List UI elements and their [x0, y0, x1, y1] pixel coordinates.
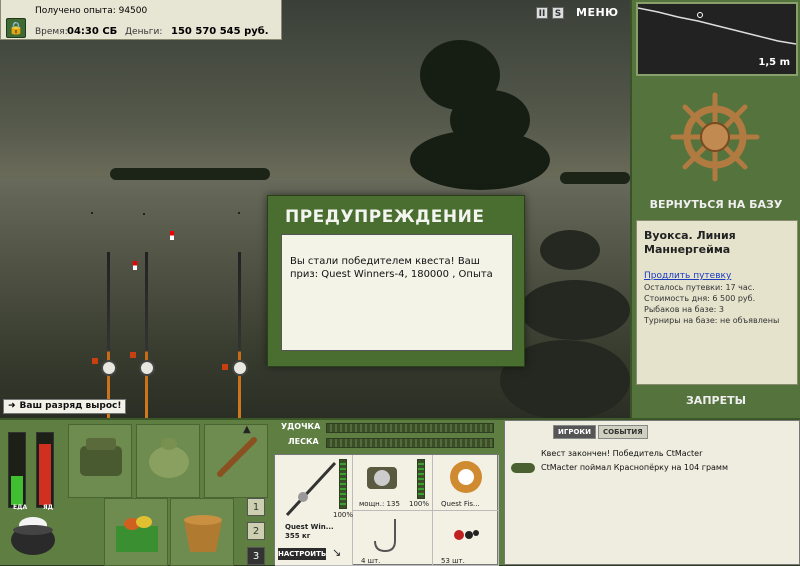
fishers-count-text: Рыбаков на базе: 3 — [644, 305, 724, 314]
poison-meter-fill — [39, 443, 51, 505]
event-item: CtMacter поймал Краснопёрку на 104 грамм — [541, 463, 728, 472]
groundbait-sack-icon — [149, 438, 189, 478]
slot-2-button[interactable]: 2 — [247, 522, 265, 540]
dialog-title: ПРЕДУПРЕЖДЕНИЕ — [285, 207, 485, 227]
float-marker — [91, 212, 93, 214]
bait-count: 53 шт. — [441, 557, 465, 565]
line-name: Quest Fis... — [441, 500, 480, 508]
float-marker — [238, 212, 240, 214]
tackle-bag-icon — [80, 438, 122, 476]
resize-arrow-icon: ↘ — [332, 546, 342, 559]
depth-graph: 1,5 m — [636, 2, 798, 76]
return-to-base-button[interactable]: ВЕРНУТЬСЯ НА БАЗУ — [632, 198, 800, 211]
vegetable-basket-icon — [116, 516, 158, 552]
line-spool-icon — [450, 461, 482, 493]
food-meter — [8, 432, 26, 508]
fishing-rod-3[interactable] — [238, 252, 241, 418]
compass-arrow-icon: ▲ — [243, 424, 251, 435]
rank-up-text: Ваш разряд вырос! — [19, 401, 122, 411]
reel-handle-icon — [222, 364, 228, 370]
line-strength-bar — [326, 438, 494, 448]
rod-label: УДОЧКА — [281, 422, 321, 431]
reel-condition-bar — [417, 459, 425, 499]
reel-icon — [367, 467, 397, 489]
day-cost-text: Стоимость дня: 6 500 руб. — [644, 294, 756, 303]
rod-weight: 355 кг — [285, 532, 311, 540]
cauldron-icon[interactable] — [8, 510, 58, 560]
wooden-bucket-icon — [184, 515, 222, 552]
depth-value: 1,5 m — [758, 57, 790, 68]
reel-condition-pct: 100% — [409, 500, 430, 508]
ship-wheel-icon[interactable] — [670, 92, 760, 182]
money-value: 150 570 545 руб. — [171, 26, 269, 37]
knife-icon — [217, 437, 257, 477]
line-label: ЛЕСКА — [288, 437, 319, 446]
food-meter-fill — [11, 476, 23, 505]
bans-button[interactable]: ЗАПРЕТЫ — [632, 394, 800, 407]
right-panel: 1,5 m ВЕРНУТЬСЯ НА БАЗУ Вуокса. Линия Ма… — [630, 0, 800, 418]
setup-tackle-button[interactable]: НАСТРОИТЬ — [278, 548, 326, 560]
tab-players[interactable]: ИГРОКИ — [553, 425, 596, 439]
events-panel: ИГРОКИ СОБЫТИЯ Квест закончен! Победител… — [504, 420, 800, 565]
fish-icon — [511, 463, 535, 473]
shore-rock — [540, 230, 600, 270]
warning-dialog[interactable]: ПРЕДУПРЕЖДЕНИЕ Вы стали победителем квес… — [267, 195, 525, 367]
reel-handle-icon — [92, 358, 98, 364]
rod-name: Quest Win... — [285, 523, 334, 531]
float-icon — [133, 261, 137, 270]
event-item: Квест закончен! Победитель CtMacter — [541, 449, 703, 458]
reel-power: мощн.: 135 — [359, 500, 400, 508]
dialog-message: Вы стали победителем квеста! Ваш приз: Q… — [281, 234, 513, 351]
status-meters: ЕДА ЯД — [4, 426, 62, 516]
ant-bait-icon — [454, 530, 479, 540]
rod-icon — [285, 461, 337, 517]
tab-events[interactable]: СОБЫТИЯ — [597, 425, 648, 439]
permit-left-text: Осталось путевки: 17 час. — [644, 283, 755, 292]
rod-condition-pct: 100% — [333, 511, 354, 519]
poison-meter — [36, 432, 54, 508]
base-info-box: Вуокса. Линия Маннергейма Продлить путев… — [636, 220, 798, 385]
menu-button[interactable]: МЕНЮ — [576, 6, 619, 19]
tournaments-text: Турниры на базе: не объявлены — [644, 316, 780, 325]
float-marker — [143, 213, 145, 215]
reel-icon — [232, 360, 248, 376]
fishing-rod-1[interactable] — [107, 252, 110, 418]
island-tree — [410, 130, 550, 190]
top-toolbar: II S МЕНЮ — [536, 6, 619, 19]
player-info-panel: 🔒 Получено опыта: 94500 Время: 04:30 СБ … — [0, 0, 282, 40]
far-shore-right — [560, 172, 630, 184]
arrow-right-icon: ➜ — [8, 401, 16, 411]
float-icon — [170, 231, 174, 240]
reel-icon — [101, 360, 117, 376]
experience-text: Получено опыта: 94500 — [35, 6, 148, 16]
far-shore — [110, 168, 270, 180]
time-label: Время: — [35, 27, 68, 37]
fishing-rod-2[interactable] — [145, 252, 148, 418]
rank-up-badge[interactable]: ➜ Ваш разряд вырос! — [3, 399, 127, 414]
pause-button[interactable]: II — [536, 6, 548, 19]
time-value: 04:30 СБ — [67, 26, 118, 37]
hook-icon — [374, 519, 396, 553]
sound-button[interactable]: S — [552, 6, 564, 19]
shore-rock — [520, 280, 630, 340]
base-name: Вуокса. Линия Маннергейма — [644, 229, 736, 256]
money-label: Деньги: — [125, 27, 163, 37]
rod-condition-bar — [339, 459, 347, 509]
slot-3-button[interactable]: 3 — [247, 547, 265, 565]
slot-1-button[interactable]: 1 — [247, 498, 265, 516]
lock-icon[interactable]: 🔒 — [6, 18, 26, 38]
reel-handle-icon — [130, 352, 136, 358]
rod-strength-bar — [326, 423, 494, 433]
extend-permit-link[interactable]: Продлить путевку — [644, 271, 790, 281]
hook-count: 4 шт. — [361, 557, 381, 565]
reel-icon — [139, 360, 155, 376]
events-tabs: ИГРОКИ СОБЫТИЯ — [553, 425, 648, 439]
